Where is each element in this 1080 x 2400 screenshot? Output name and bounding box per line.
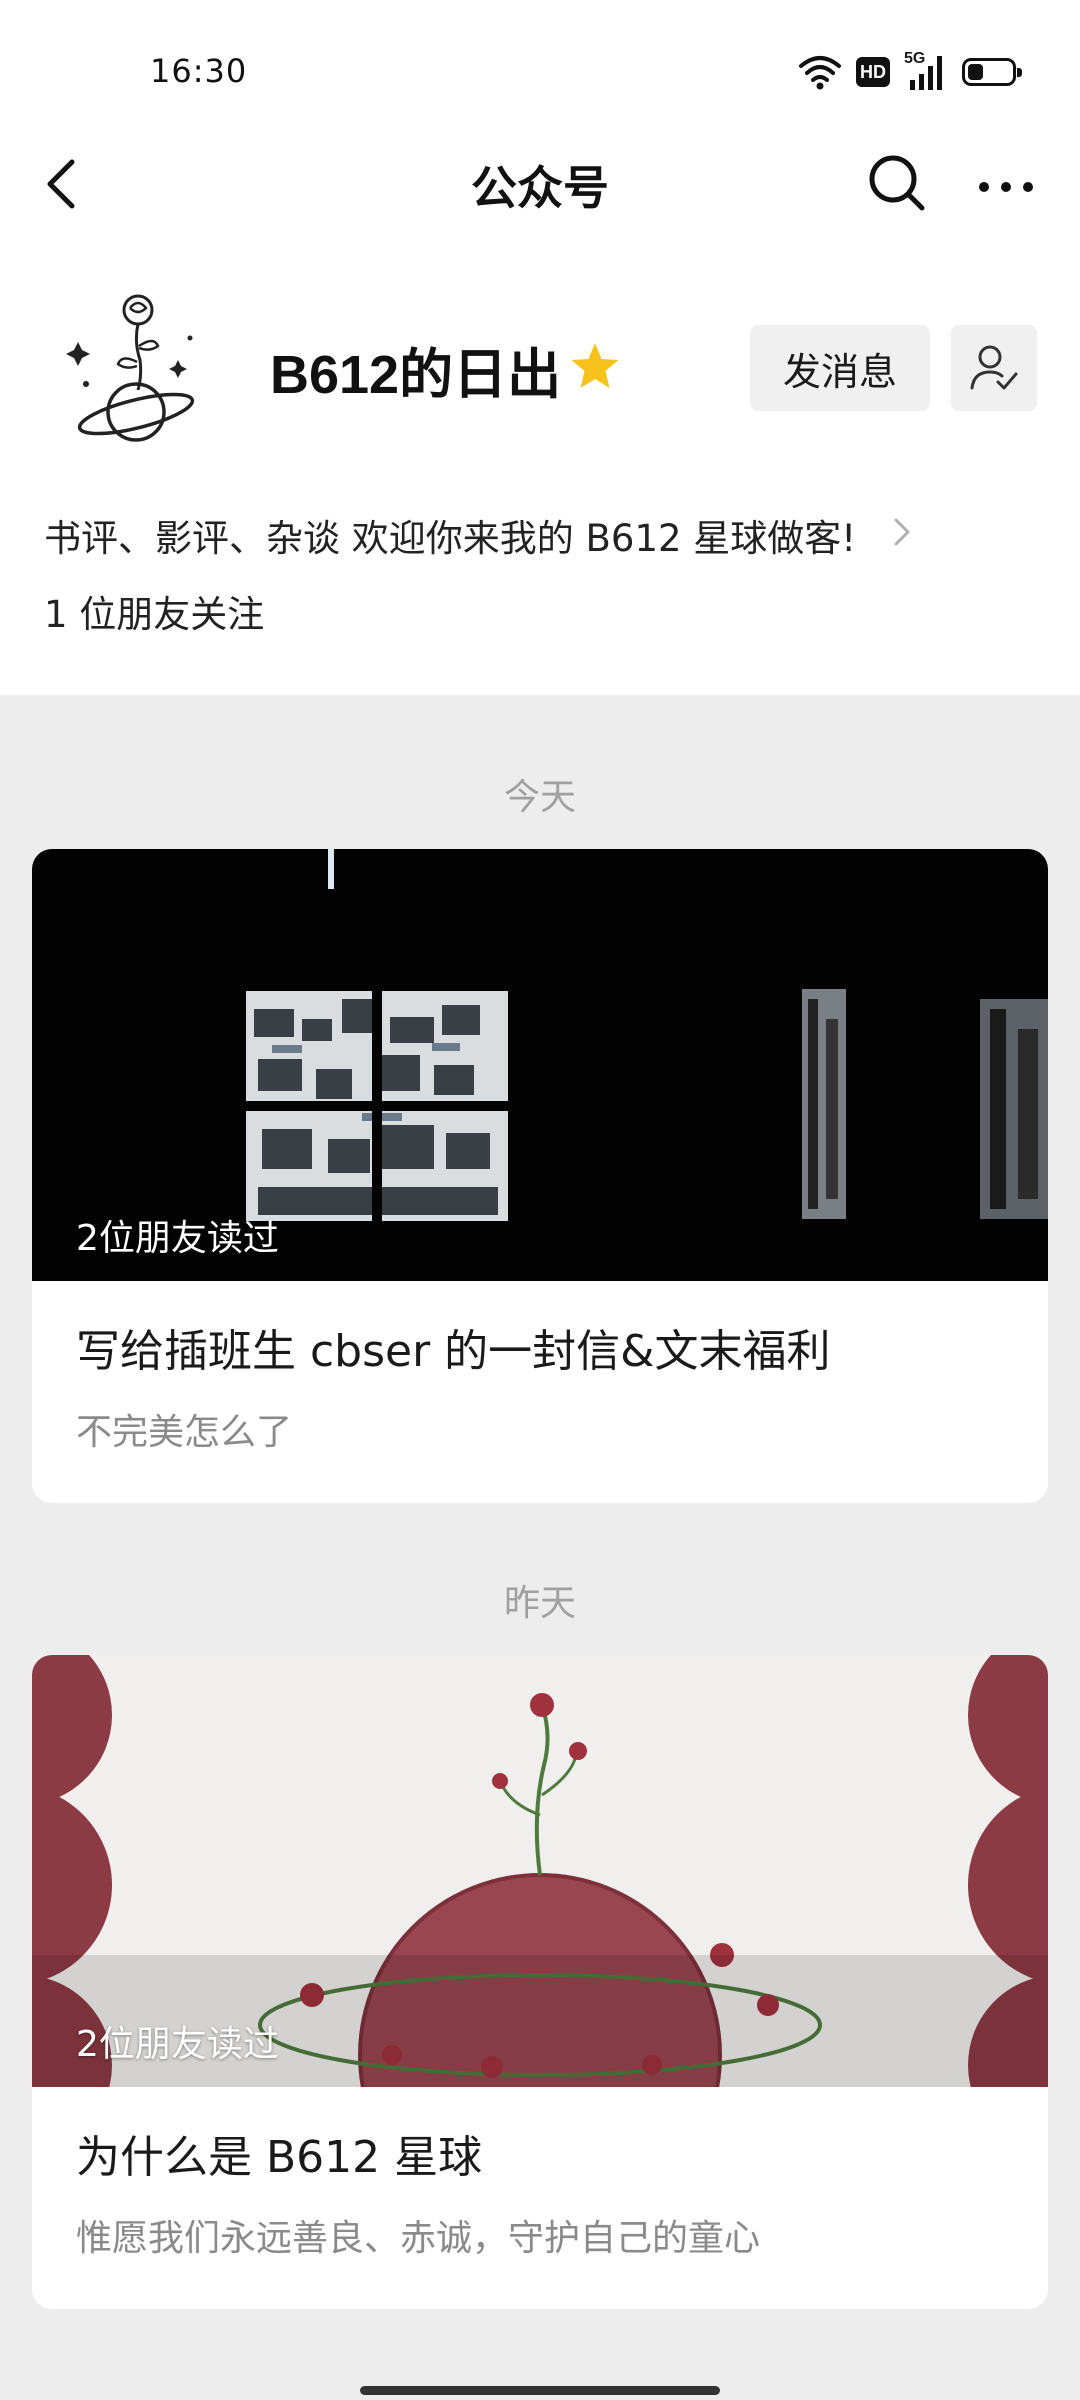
battery-icon	[962, 58, 1022, 86]
account-name: B612的日出	[270, 345, 562, 405]
account-description[interactable]: 书评、影评、杂谈 欢迎你来我的 B612 星球做客!	[44, 508, 856, 562]
user-check-icon	[970, 345, 1018, 390]
article-card[interactable]: 2位朋友读过 写给插班生 cbser 的一封信&文末福利 不完美怎么了	[32, 849, 1048, 1503]
status-time: 16:30	[150, 52, 248, 90]
hd-icon: HD	[856, 57, 890, 87]
date-separator: 昨天	[503, 1583, 576, 1624]
article-cover-image[interactable]: 2位朋友读过	[32, 849, 1048, 1281]
friends-read-label: 2位朋友读过	[76, 1218, 279, 1259]
friends-read-label: 2位朋友读过	[76, 2024, 279, 2065]
article-title[interactable]: 写给插班生 cbser 的一封信&文末福利	[76, 1315, 831, 1379]
status-icons: HD 5G	[798, 50, 1022, 94]
date-separator: 今天	[503, 777, 576, 818]
home-indicator[interactable]	[360, 2386, 720, 2395]
status-bar: 16:30 HD 5G	[0, 0, 1080, 140]
chevron-right-icon[interactable]	[884, 512, 920, 552]
friends-follow-count[interactable]: 1 位朋友关注	[44, 584, 264, 638]
wifi-icon	[799, 56, 841, 90]
star-icon	[571, 343, 619, 388]
account-avatar[interactable]	[62, 280, 212, 450]
article-card[interactable]: 2位朋友读过 为什么是 B612 星球 惟愿我们永远善良、赤诚，守护自己的童心	[32, 1655, 1048, 2309]
send-message-button[interactable]: 发消息	[750, 325, 930, 411]
article-subtitle: 不完美怎么了	[76, 1412, 293, 1453]
following-button[interactable]	[951, 325, 1037, 411]
battery-level	[968, 64, 983, 80]
article-title[interactable]: 为什么是 B612 星球	[76, 2121, 482, 2185]
more-icon[interactable]	[970, 146, 1042, 218]
article-cover-image[interactable]: 2位朋友读过	[32, 1655, 1048, 2087]
nav-bar: 公众号	[0, 140, 1080, 230]
article-subtitle: 惟愿我们永远善良、赤诚，守护自己的童心	[76, 2218, 761, 2259]
search-icon[interactable]	[860, 146, 932, 218]
signal-5g-icon: 5G	[904, 50, 948, 92]
